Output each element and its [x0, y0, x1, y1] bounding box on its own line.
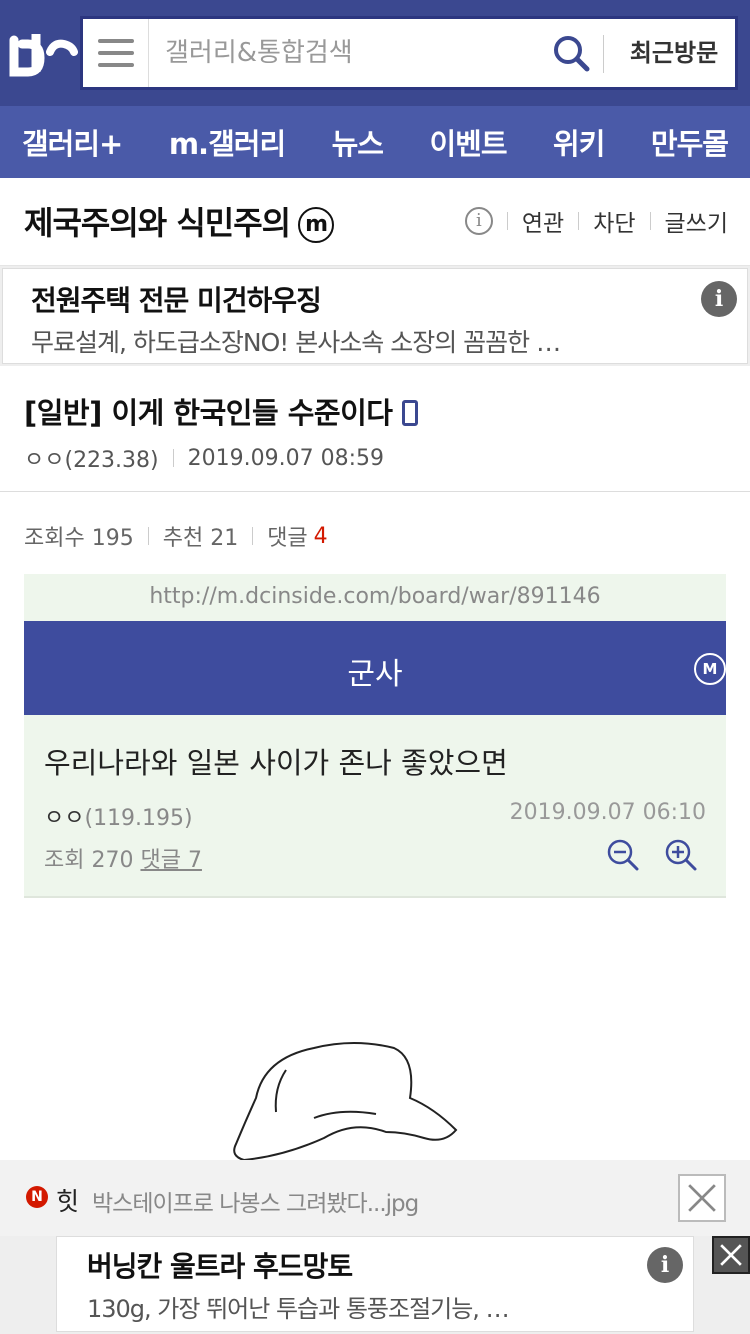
embed-author-ip: (119.195)	[84, 806, 193, 831]
search-icon[interactable]	[551, 33, 591, 73]
post-title-text: [일반] 이게 한국인들 수준이다	[24, 396, 393, 430]
embed-author: ㅇㅇ(119.195)	[44, 800, 193, 832]
new-badge: N	[26, 1186, 48, 1208]
post-title: [일반] 이게 한국인들 수준이다	[24, 390, 419, 432]
nav-item-event[interactable]: 이벤트	[430, 121, 508, 163]
ad-info-icon[interactable]: i	[701, 281, 737, 317]
menu-button[interactable]	[83, 19, 149, 87]
comment-label[interactable]: 댓글	[267, 520, 307, 552]
ad-banner-bottom: 버닝칸 울트라 후드망토 130g, 가장 뛰어난 투습과 통풍조절기능, … …	[0, 1236, 750, 1334]
post-date: 2019.09.07 08:59	[187, 445, 384, 471]
nav-item-gallery-plus[interactable]: 갤러리+	[22, 121, 123, 163]
zoom-out-icon	[607, 839, 639, 871]
divider	[649, 212, 651, 230]
recent-visits-button[interactable]: 최근방문	[613, 19, 735, 87]
gallery-title-link[interactable]: 제국주의와 식민주의 m	[24, 198, 335, 244]
nav-item-wiki[interactable]: 위키	[553, 121, 605, 163]
dcinside-logo-icon[interactable]	[8, 22, 78, 82]
divider	[252, 527, 254, 545]
divider	[172, 449, 174, 467]
ad-title: 버닝칸 울트라 후드망토	[87, 1250, 353, 1283]
hit-post-link[interactable]: 박스테이프로 나봉스 그려봤다...jpg	[92, 1184, 419, 1218]
search-bar: 최근방문	[80, 16, 738, 90]
divider	[603, 35, 604, 73]
embed-minor-badge: M	[694, 653, 726, 685]
embedded-screenshot: http://m.dcinside.com/board/war/891146 군…	[24, 574, 726, 1174]
post-meta: ㅇㅇ(223.38) 2019.09.07 08:59	[24, 442, 384, 474]
hat-sketch-image	[24, 898, 726, 1174]
nav-item-m-gallery[interactable]: m.갤러리	[169, 121, 286, 163]
post-author[interactable]: ㅇㅇ(223.38)	[24, 442, 159, 474]
main-nav: 갤러리+ m.갤러리 뉴스 이벤트 위키 만두몰	[0, 106, 750, 178]
gallery-header: 제국주의와 식민주의 m i 연관 차단 글쓰기	[0, 178, 750, 266]
ad-info-icon[interactable]: i	[647, 1247, 683, 1283]
ad-description: 130g, 가장 뛰어난 투습과 통풍조절기능, …	[87, 1295, 510, 1323]
write-button[interactable]: 글쓰기	[665, 204, 728, 238]
search-input[interactable]	[165, 19, 545, 87]
recommend-count: 추천 21	[162, 526, 239, 551]
minor-gallery-badge: m	[298, 207, 335, 243]
embed-url: http://m.dcinside.com/board/war/891146	[149, 584, 601, 609]
zoom-in-icon	[665, 839, 697, 871]
related-button[interactable]: 연관	[522, 204, 564, 238]
ad-link[interactable]: 전원주택 전문 미건하우징 무료설계, 하도급소장NO! 본사소속 소장의 꼼꼼…	[2, 268, 748, 364]
embed-views: 조회 270 댓글 7	[44, 842, 202, 874]
embed-view-count: 조회 270	[44, 848, 134, 873]
view-count: 조회수 195	[24, 526, 134, 551]
info-icon[interactable]: i	[464, 207, 493, 235]
gallery-title: 제국주의와 식민주의	[24, 204, 291, 242]
ad-banner-top: 전원주택 전문 미건하우징 무료설계, 하도급소장NO! 본사소속 소장의 꼼꼼…	[0, 266, 750, 366]
nav-item-mall[interactable]: 만두몰	[651, 121, 729, 163]
comment-count[interactable]: 4	[314, 524, 328, 549]
hamburger-line	[98, 51, 134, 55]
nav-item-news[interactable]: 뉴스	[332, 121, 384, 163]
embed-comment-count: 댓글 7	[140, 848, 202, 873]
ad-description: 무료설계, 하도급소장NO! 본사소속 소장의 꼼꼼한 …	[31, 328, 561, 357]
embed-author-name: ㅇㅇ	[44, 806, 85, 831]
hamburger-line	[98, 39, 134, 43]
hit-label: 힛	[56, 1187, 80, 1216]
ad-title: 전원주택 전문 미건하우징	[31, 284, 322, 317]
divider	[506, 212, 508, 230]
embed-post-title: 우리나라와 일본 사이가 존나 좋았으면	[44, 746, 508, 780]
block-button[interactable]: 차단	[593, 204, 635, 238]
divider	[147, 527, 149, 545]
post-header: [일반] 이게 한국인들 수준이다 ㅇㅇ(223.38) 2019.09.07 …	[0, 366, 750, 492]
gallery-tools: i 연관 차단 글쓰기	[464, 204, 728, 238]
hit-banner[interactable]: N 힛 박스테이프로 나봉스 그려봤다...jpg	[0, 1160, 750, 1236]
mobile-icon	[402, 400, 419, 426]
embed-gallery-title: 군사	[347, 657, 403, 692]
close-icon[interactable]	[678, 1174, 726, 1222]
ad-close-icon[interactable]	[712, 1236, 750, 1274]
embed-date: 2019.09.07 06:10	[509, 800, 706, 825]
post-stats: 조회수 195 추천 21 댓글 4	[24, 520, 328, 552]
embed-gallery-bar: 군사 M	[24, 621, 726, 715]
app-header: 최근방문	[0, 0, 750, 106]
divider	[578, 212, 580, 230]
ad-link[interactable]: 버닝칸 울트라 후드망토 130g, 가장 뛰어난 투습과 통풍조절기능, … …	[56, 1236, 694, 1332]
hamburger-line	[98, 63, 134, 67]
